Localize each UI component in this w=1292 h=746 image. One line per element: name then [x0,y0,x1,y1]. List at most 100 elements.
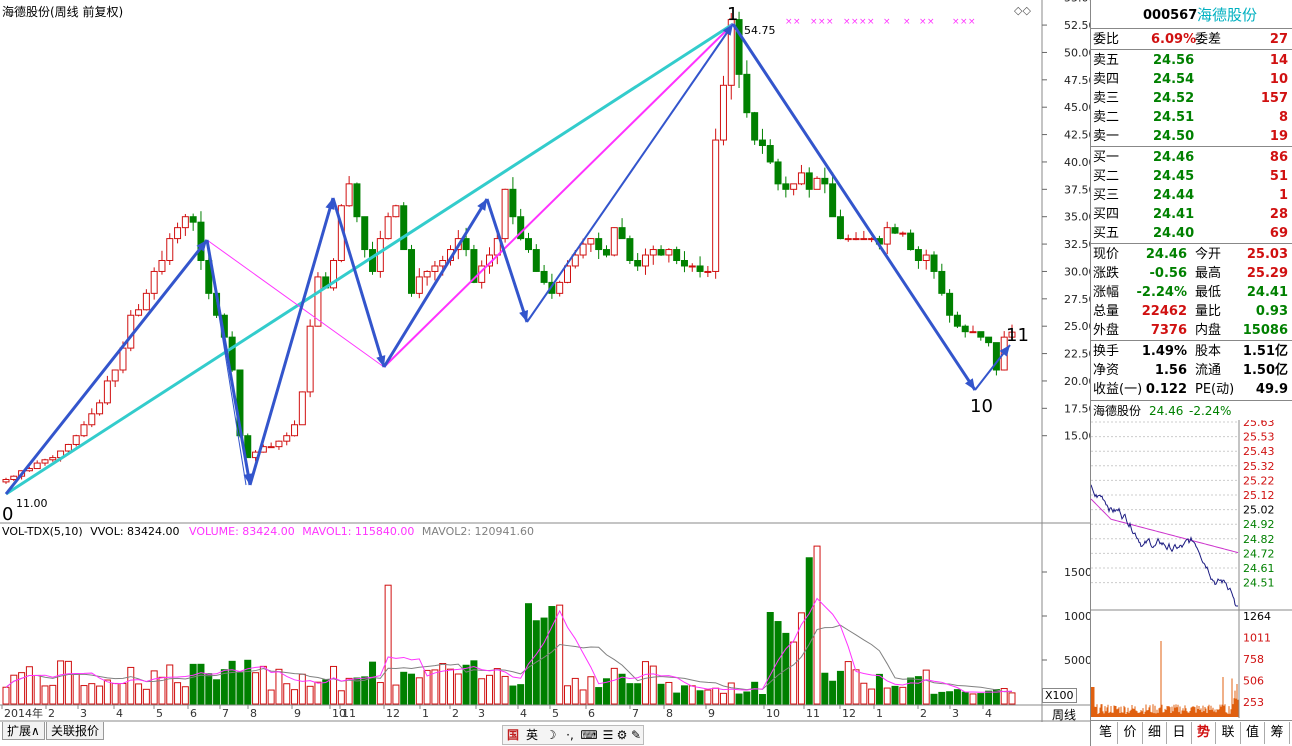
candle-up [797,172,805,185]
month-label: 12 [386,707,400,720]
ime-wrench-icon[interactable]: ✎ [627,727,645,743]
stock-code: 000567 [1143,8,1198,23]
volume-bar-up [860,682,868,705]
mini-tick-label: 24.61 [1243,562,1275,575]
candle-down [657,249,665,256]
wave-label-11: 11 [1006,325,1029,346]
volume-bar-down [322,679,330,705]
price-tick-label: 47.50 [1064,74,1090,87]
month-label: 9 [294,707,301,720]
right-tab-5[interactable]: 联 [1217,722,1241,744]
right-tab-0[interactable]: 笔 [1094,722,1118,744]
volume-bar-down [205,673,213,705]
ime-moon-icon[interactable]: ☽ [542,727,560,743]
candle-down [774,161,782,185]
volume-bar-up [439,663,447,705]
volume-bar-up [579,689,587,705]
candle-down [189,216,197,223]
month-label: 2014年 [4,706,43,720]
candle-up [267,446,275,449]
price-tick-label: 15.00 [1064,430,1090,443]
candle-down [766,145,774,163]
volume-bar-down [985,690,993,705]
candle-down [938,270,946,294]
signal-marker: × [785,17,793,27]
stat-value: 24.41 [1246,285,1288,300]
volume-bar-up [150,670,158,705]
candle-up [501,188,509,240]
price-tick-label: 32.50 [1064,238,1090,251]
mini-price-line [1091,484,1238,607]
volume-bar-up [158,676,166,705]
related-quote-tab[interactable]: 关联报价 [46,722,105,740]
candle-up [64,443,72,452]
month-label: 2 [48,707,55,720]
volume-bar-up [571,677,579,705]
volume-bar-down [228,660,236,705]
month-label: 1 [422,707,429,720]
period-label[interactable]: 周线 [1052,706,1076,723]
right-tab-7[interactable]: 筹 [1266,722,1290,744]
ime-keyboard-icon[interactable]: ⌨ [580,727,598,743]
right-tab-3[interactable]: 日 [1168,722,1192,744]
kline-chart[interactable]: 55.00 52.50 50.00 47.50 45.00 42.50 40.00 37.50… [0,0,1090,722]
bid-volume: 28 [1269,207,1288,222]
candle-up [431,265,439,272]
candle-down [751,112,759,141]
ime-punctuation-icon[interactable]: ·, [561,727,579,743]
volume-bar-down [524,603,532,705]
right-tab-2[interactable]: 细 [1143,722,1167,744]
right-tab-6[interactable]: 值 [1241,722,1265,744]
mini-tick-label: 25.53 [1243,431,1275,444]
ask-price: 24.50 [1153,129,1195,144]
candle-down [907,232,915,251]
month-label: 11 [342,707,356,720]
candle-down [602,249,610,256]
ime-logo-icon[interactable]: 国 [504,727,522,743]
stat-value: -2.24% [1136,285,1188,300]
candle-up [10,475,18,480]
right-tab-4[interactable]: 势 [1192,722,1216,744]
vol-indicator-bar: VOL-TDX(5,10) VVOL: 83424.00 VOLUME: 834… [2,525,534,538]
volume-bar-down [946,691,954,705]
volume-bar-down [680,685,688,705]
volume-bar-up [2,686,10,705]
intraday-chart[interactable]: 25.63 25.5325.43 25.3225.22 25.12 25.0224.92… [1091,420,1292,718]
candle-up [688,265,696,268]
price-tick-label: 45.00 [1064,101,1090,114]
volume-bar-down [509,685,517,705]
mini-tick-label: 25.32 [1243,460,1275,473]
volume-bar-up [49,684,57,705]
candle-up [384,216,392,240]
ask-volume: 19 [1269,129,1288,144]
volume-bar-up [392,684,400,705]
volume-bar-up [10,674,18,705]
volume-bar-up [868,688,876,705]
volume-bar-down [408,673,416,705]
expand-tab[interactable]: 扩展∧ [2,722,45,740]
candle-up [556,281,564,294]
chart-options-icon[interactable]: ◇◇ [1014,4,1031,17]
ime-english-icon[interactable]: 英 [523,727,541,743]
volume-bar-up [330,665,338,705]
ask-price: 24.54 [1153,72,1195,87]
price-tick-label: 40.00 [1064,156,1090,169]
volume-bar-down [618,673,626,705]
vol-vvol: VVOL: 83424.00 [90,525,180,538]
volume-bar-down [626,683,634,705]
ask-volume: 157 [1260,91,1288,106]
bid-price: 24.46 [1153,150,1195,165]
volume-bar-up [478,678,486,705]
fund-row: 换手 1.49% 股本 1.51亿 [1093,344,1288,359]
volume-bar-up [103,679,111,705]
month-label: 8 [250,707,257,720]
volume-bar-down [595,687,603,705]
month-label: 1 [876,707,883,720]
volume-bar-down [400,671,408,705]
candle-down [914,249,922,262]
month-label: 7 [632,707,639,720]
right-tab-1[interactable]: 价 [1119,722,1143,744]
volume-bar-down [517,684,525,705]
candle-down [985,336,993,344]
candle-up [181,216,189,229]
